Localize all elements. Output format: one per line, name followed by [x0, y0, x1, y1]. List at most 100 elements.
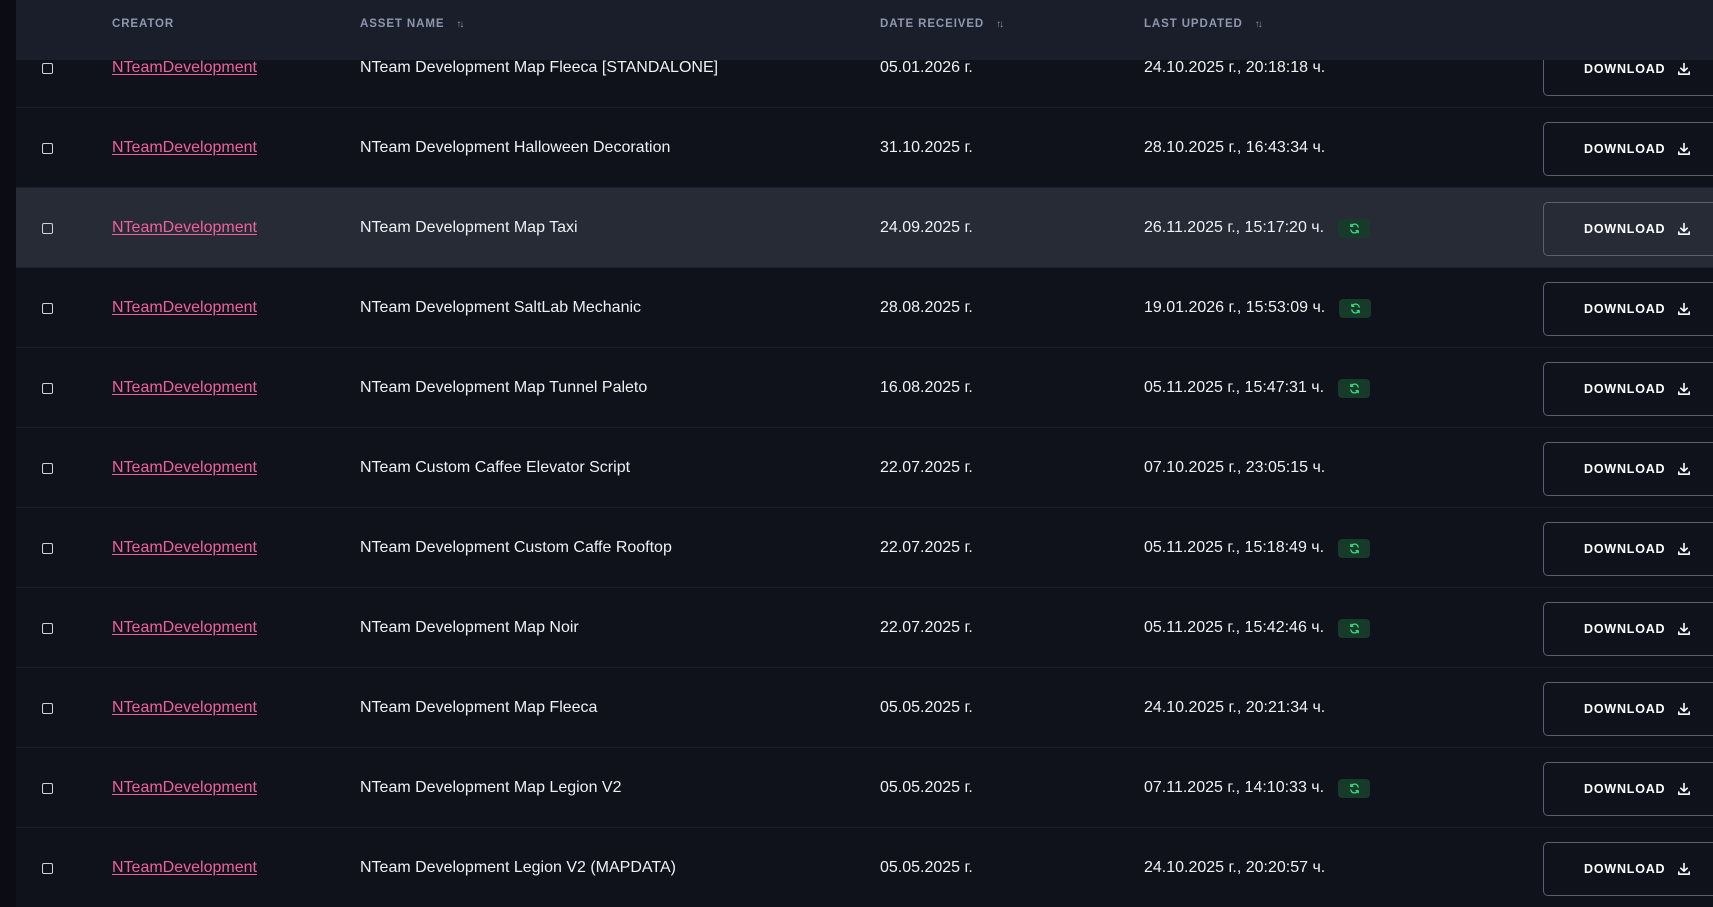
- table-row[interactable]: NTeamDevelopment NTeam Development SaltLa…: [16, 268, 1713, 348]
- last-updated: 19.01.2026 г., 15:53:09 ч.: [1144, 299, 1326, 316]
- column-header-creator: CREATOR: [112, 18, 174, 30]
- last-updated-cell: 19.01.2026 г., 15:53:09 ч.: [1144, 268, 1372, 348]
- table-row[interactable]: NTeamDevelopment NTeam Development Map Le…: [16, 748, 1713, 828]
- row-checkbox[interactable]: [42, 302, 53, 314]
- download-button[interactable]: DOWNLOAD: [1543, 202, 1713, 256]
- creator-link[interactable]: NTeamDevelopment: [112, 379, 257, 397]
- update-available-badge[interactable]: [1338, 538, 1371, 558]
- update-available-badge[interactable]: [1338, 378, 1371, 398]
- creator-cell: NTeamDevelopment: [112, 508, 257, 588]
- update-available-badge[interactable]: [1338, 218, 1371, 238]
- column-header-creator-label: CREATOR: [112, 18, 175, 30]
- row-checkbox[interactable]: [42, 142, 53, 154]
- creator-link[interactable]: NTeamDevelopment: [112, 859, 257, 877]
- date-received-cell: 22.07.2025 г.: [880, 588, 973, 668]
- download-icon: [1677, 302, 1691, 316]
- download-icon: [1677, 462, 1691, 476]
- date-received-cell: 05.05.2025 г.: [880, 828, 973, 907]
- creator-link[interactable]: NTeamDevelopment: [112, 699, 257, 717]
- refresh-icon: [1349, 543, 1359, 553]
- table-row[interactable]: NTeamDevelopment NTeam Development Map Tu…: [16, 348, 1713, 428]
- download-icon: [1677, 542, 1691, 556]
- sort-icon[interactable]: ↑↓: [1255, 19, 1263, 30]
- row-select-cell: [42, 828, 53, 907]
- update-available-badge[interactable]: [1338, 618, 1371, 638]
- download-icon: [1677, 862, 1691, 876]
- table-row[interactable]: NTeamDevelopment NTeam Custom Caffee Elev…: [16, 428, 1713, 508]
- sort-icon[interactable]: ↑↓: [456, 19, 464, 30]
- row-checkbox[interactable]: [42, 782, 53, 794]
- download-button[interactable]: DOWNLOAD: [1543, 762, 1713, 816]
- download-icon: [1677, 62, 1691, 76]
- download-button[interactable]: DOWNLOAD: [1543, 362, 1713, 416]
- download-button-label: DOWNLOAD: [1584, 622, 1666, 636]
- column-header-date-received[interactable]: DATE RECEIVED ↑↓: [880, 18, 1004, 30]
- last-updated-cell: 24.10.2025 г., 20:21:34 ч.: [1144, 668, 1325, 748]
- download-button[interactable]: DOWNLOAD: [1543, 842, 1713, 896]
- creator-link[interactable]: NTeamDevelopment: [112, 619, 257, 637]
- table-row[interactable]: NTeamDevelopment NTeam Development Legion…: [16, 828, 1713, 907]
- asset-name-cell: NTeam Development Map Tunnel Paleto: [360, 348, 647, 428]
- refresh-icon: [1349, 223, 1359, 233]
- last-updated-cell: 05.11.2025 г., 15:47:31 ч.: [1144, 348, 1371, 428]
- row-select-cell: [42, 268, 53, 348]
- row-checkbox[interactable]: [42, 542, 53, 554]
- sort-icon[interactable]: ↑↓: [996, 19, 1004, 30]
- table-row[interactable]: NTeamDevelopment NTeam Development Map No…: [16, 588, 1713, 668]
- last-updated: 05.11.2025 г., 15:47:31 ч.: [1144, 379, 1325, 396]
- creator-link[interactable]: NTeamDevelopment: [112, 299, 257, 317]
- last-updated-cell: 07.11.2025 г., 14:10:33 ч.: [1144, 748, 1371, 828]
- row-checkbox[interactable]: [42, 702, 53, 714]
- creator-link[interactable]: NTeamDevelopment: [112, 459, 257, 477]
- table-row[interactable]: NTeamDevelopment NTeam Development Custom…: [16, 508, 1713, 588]
- update-available-badge[interactable]: [1338, 778, 1371, 798]
- last-updated-cell: 05.11.2025 г., 15:18:49 ч.: [1144, 508, 1371, 588]
- download-button[interactable]: DOWNLOAD: [1543, 522, 1713, 576]
- last-updated-cell: 07.10.2025 г., 23:05:15 ч.: [1144, 428, 1325, 508]
- row-checkbox[interactable]: [42, 62, 53, 74]
- download-button[interactable]: DOWNLOAD: [1543, 442, 1713, 496]
- last-updated-cell: 24.10.2025 г., 20:20:57 ч.: [1144, 828, 1325, 907]
- asset-name-cell: NTeam Development Halloween Decoration: [360, 108, 670, 188]
- asset-name: NTeam Development Map Tunnel Paleto: [360, 379, 648, 396]
- row-select-cell: [42, 668, 53, 748]
- creator-cell: NTeamDevelopment: [112, 588, 257, 668]
- row-checkbox[interactable]: [42, 862, 53, 874]
- assets-table: NTeamDevelopment NTeam Development Map Fl…: [16, 0, 1713, 907]
- asset-name: NTeam Development SaltLab Mechanic: [360, 299, 642, 316]
- table-row[interactable]: NTeamDevelopment NTeam Development Map Fl…: [16, 668, 1713, 748]
- asset-name: NTeam Development Map Noir: [360, 619, 579, 636]
- download-button[interactable]: DOWNLOAD: [1543, 122, 1713, 176]
- date-received: 28.08.2025 г.: [880, 299, 973, 316]
- row-checkbox[interactable]: [42, 462, 53, 474]
- update-available-badge[interactable]: [1339, 298, 1372, 318]
- download-button-label: DOWNLOAD: [1584, 542, 1666, 556]
- row-checkbox[interactable]: [42, 382, 53, 394]
- column-header-asset-name[interactable]: ASSET NAME ↑↓: [360, 18, 464, 30]
- download-button[interactable]: DOWNLOAD: [1543, 682, 1713, 736]
- last-updated: 07.10.2025 г., 23:05:15 ч.: [1144, 459, 1326, 476]
- creator-link[interactable]: NTeamDevelopment: [112, 539, 257, 557]
- asset-name: NTeam Development Legion V2 (MAPDATA): [360, 859, 676, 876]
- table-row[interactable]: NTeamDevelopment NTeam Development Hallow…: [16, 108, 1713, 188]
- creator-link[interactable]: NTeamDevelopment: [112, 139, 257, 157]
- last-updated: 26.11.2025 г., 15:17:20 ч.: [1144, 219, 1325, 236]
- row-select-cell: [42, 428, 53, 508]
- table-row[interactable]: NTeamDevelopment NTeam Development Map Ta…: [16, 188, 1713, 268]
- column-header-last-updated[interactable]: LAST UPDATED ↑↓: [1144, 18, 1263, 30]
- row-checkbox[interactable]: [42, 622, 53, 634]
- date-received-cell: 16.08.2025 г.: [880, 348, 973, 428]
- creator-link[interactable]: NTeamDevelopment: [112, 59, 257, 77]
- date-received: 22.07.2025 г.: [880, 459, 973, 476]
- date-received: 31.10.2025 г.: [880, 139, 973, 156]
- date-received: 22.07.2025 г.: [880, 539, 973, 556]
- download-button[interactable]: DOWNLOAD: [1543, 602, 1713, 656]
- creator-link[interactable]: NTeamDevelopment: [112, 779, 257, 797]
- asset-name: NTeam Development Map Taxi: [360, 219, 578, 236]
- asset-name-cell: NTeam Development Custom Caffe Rooftop: [360, 508, 672, 588]
- creator-link[interactable]: NTeamDevelopment: [112, 219, 257, 237]
- left-gutter: [0, 0, 16, 907]
- row-checkbox[interactable]: [42, 222, 53, 234]
- creator-cell: NTeamDevelopment: [112, 828, 257, 907]
- download-button[interactable]: DOWNLOAD: [1543, 282, 1713, 336]
